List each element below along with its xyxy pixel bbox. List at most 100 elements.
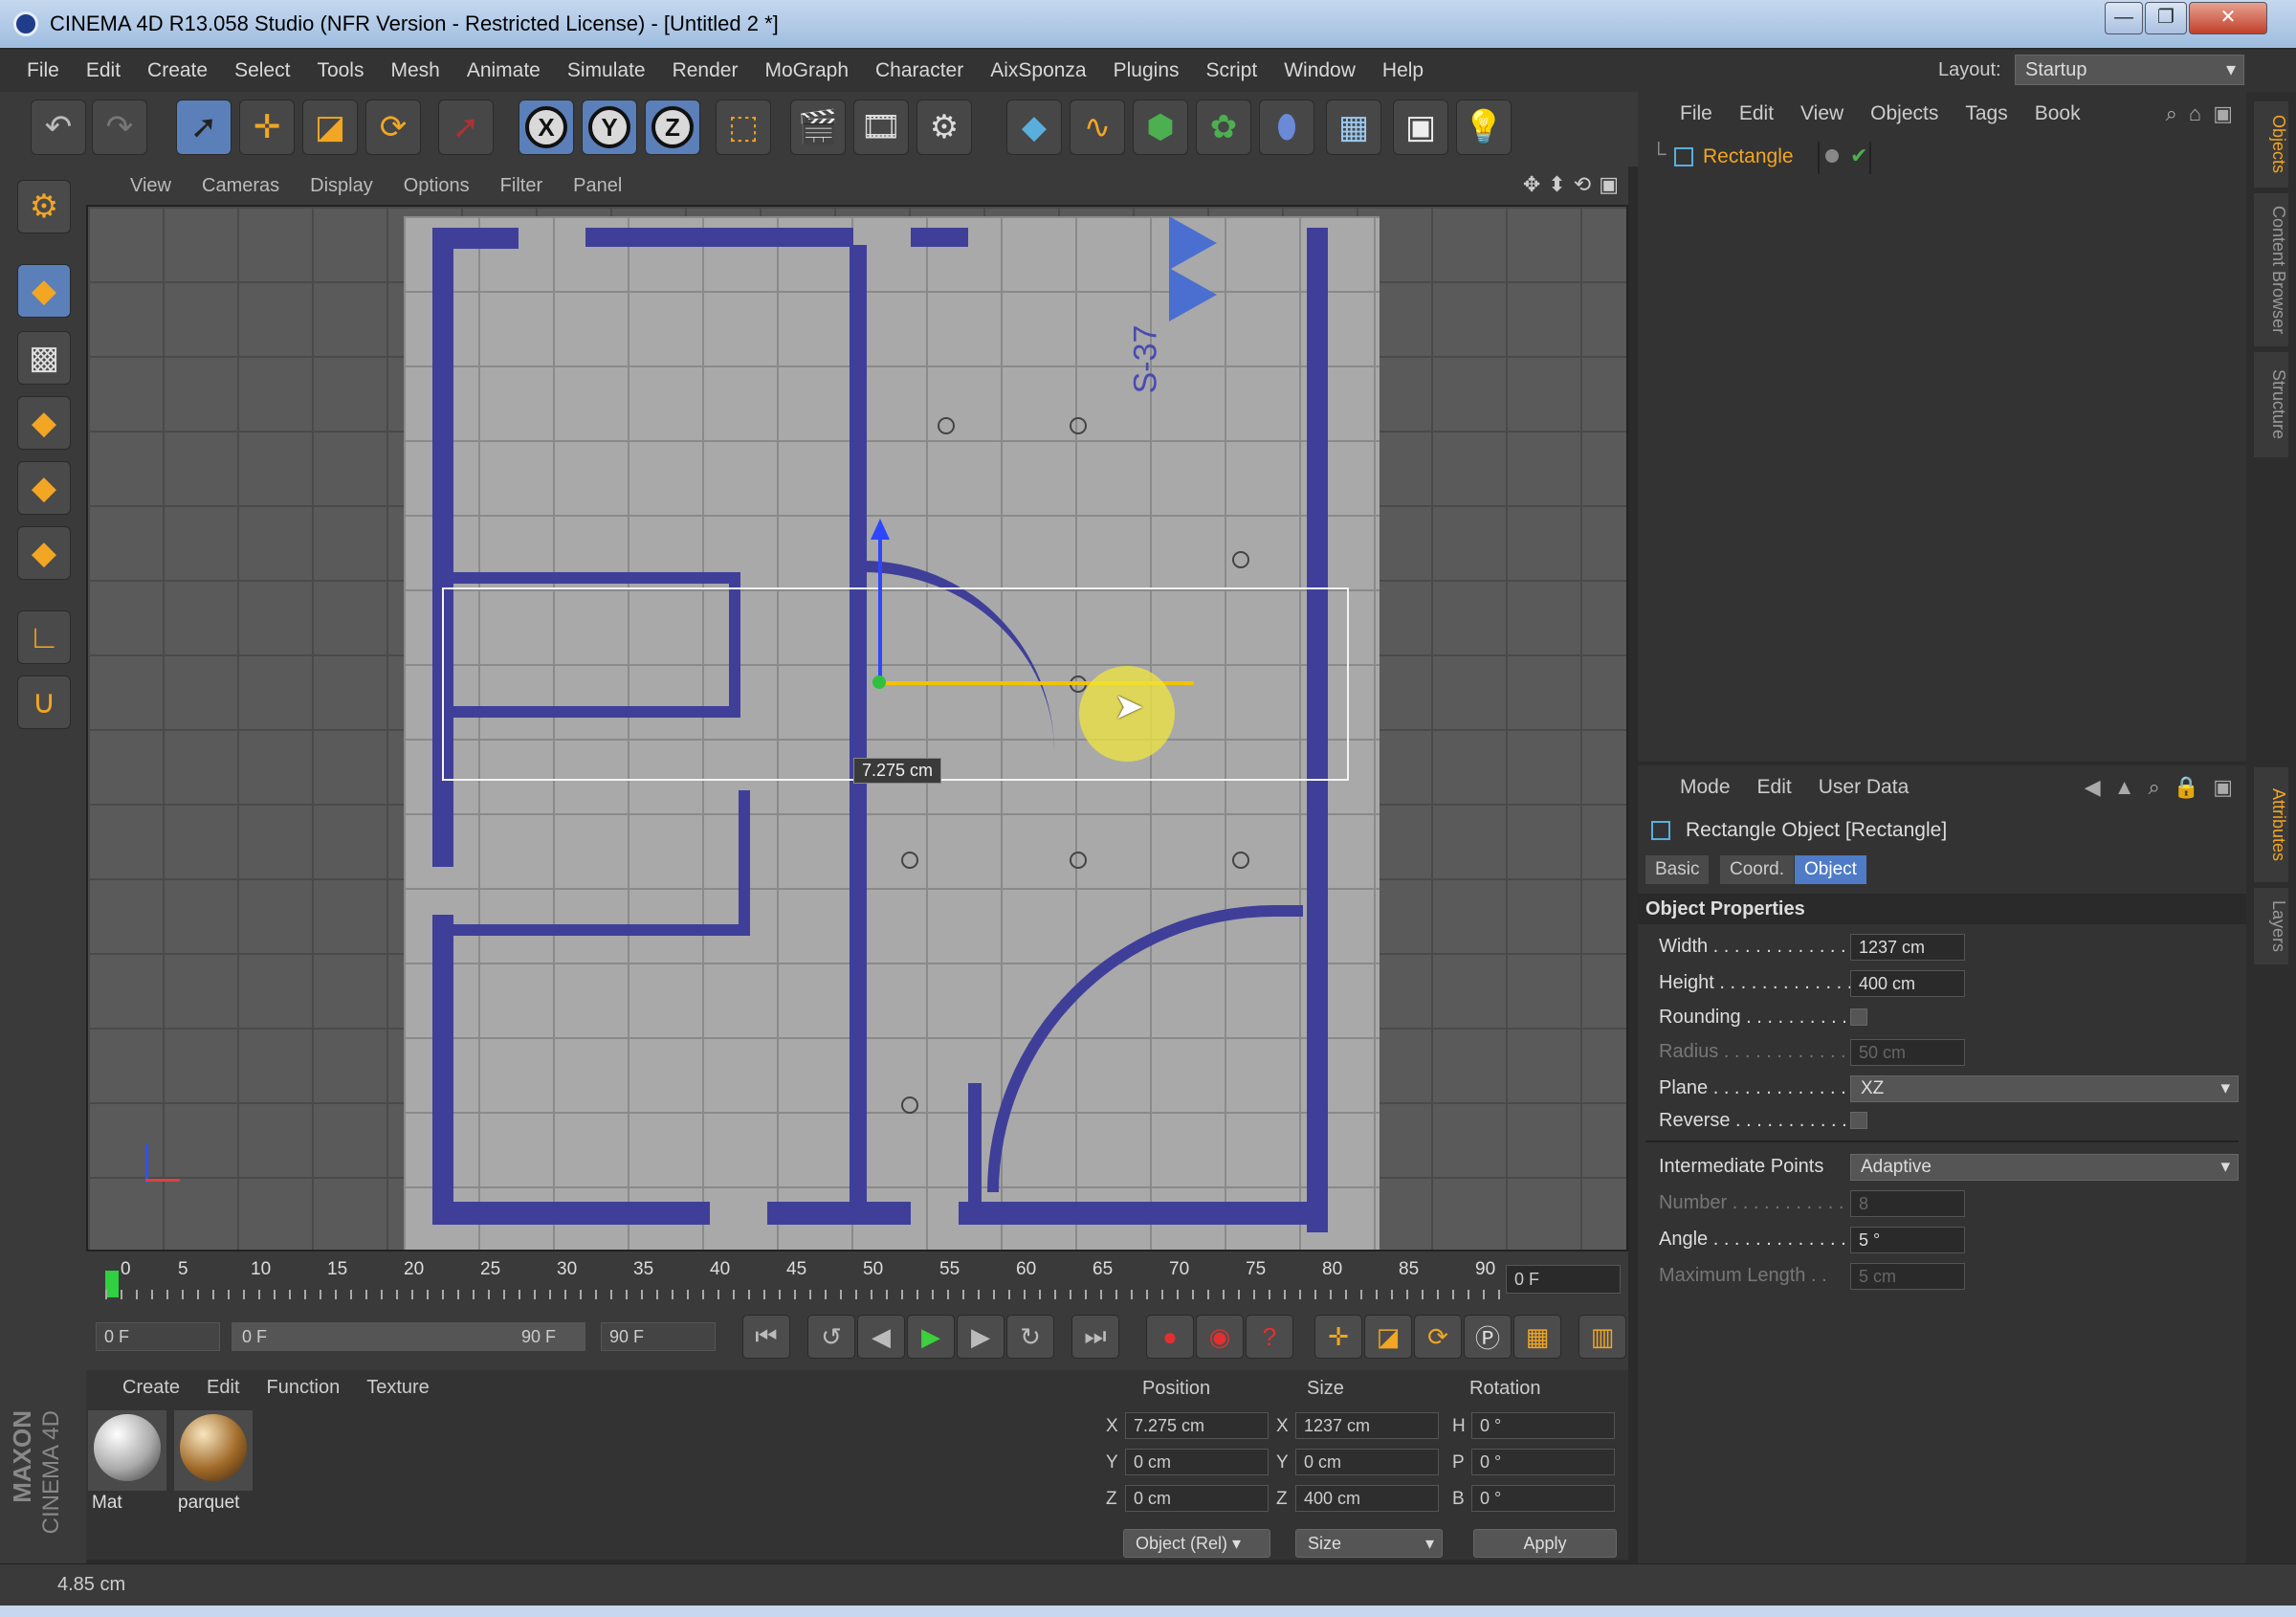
enabled-check-icon[interactable]: ✔ xyxy=(1850,144,1867,168)
spline-pen-icon[interactable]: ∿ xyxy=(1070,100,1125,155)
scale-tool-button[interactable]: ◪ xyxy=(302,100,358,155)
search-icon[interactable]: ⌕ xyxy=(2148,775,2159,800)
key-parameter-icon[interactable]: Ⓟ xyxy=(1464,1315,1512,1359)
angle-field[interactable]: 5 ° xyxy=(1850,1227,1965,1253)
render-view-button[interactable]: 🎬 xyxy=(790,100,846,155)
object-name[interactable]: Rectangle xyxy=(1703,145,1794,168)
array-generator-icon[interactable]: ✿ xyxy=(1196,100,1251,155)
subdivision-surface-icon[interactable]: ⬢ xyxy=(1133,100,1188,155)
y-axis-handle[interactable] xyxy=(878,532,882,685)
go-to-start-icon[interactable]: ⏮ xyxy=(742,1315,790,1359)
viewport-menu-panel[interactable]: Panel xyxy=(558,166,637,205)
search-icon[interactable]: ⌕ xyxy=(2166,101,2177,126)
width-field[interactable]: 1237 cm xyxy=(1850,934,1965,961)
key-scale-icon[interactable]: ◪ xyxy=(1364,1315,1412,1359)
viewport-menu-display[interactable]: Display xyxy=(295,166,388,205)
maximize-view-icon[interactable]: ▣ xyxy=(1599,172,1619,197)
minimize-button[interactable]: — xyxy=(2105,2,2143,34)
up-arrow-icon[interactable]: ▲ xyxy=(2114,775,2135,800)
viewport-menu-filter[interactable]: Filter xyxy=(485,166,558,205)
key-position-icon[interactable]: ✛ xyxy=(1314,1315,1362,1359)
back-arrow-icon[interactable]: ◀ xyxy=(2085,775,2101,800)
model-mode-icon[interactable]: ◆ xyxy=(17,264,71,318)
menu-edit[interactable]: Edit xyxy=(73,50,134,92)
current-frame-field[interactable]: 0 F xyxy=(1506,1265,1621,1294)
rotation-b-field[interactable]: 0 ° xyxy=(1471,1485,1615,1512)
tab-attributes[interactable]: Attributes xyxy=(2254,767,2288,882)
rotate-tool-button[interactable]: ⟳ xyxy=(365,100,421,155)
new-window-icon[interactable]: ▣ xyxy=(2213,775,2233,800)
texture-mode-icon[interactable]: ▩ xyxy=(17,331,71,385)
axis-x-button[interactable]: X xyxy=(519,100,574,155)
menu-help[interactable]: Help xyxy=(1369,50,1437,92)
coordinate-system-button[interactable]: ⬚ xyxy=(716,100,771,155)
menu-character[interactable]: Character xyxy=(862,50,977,92)
orbit-icon[interactable]: ⟲ xyxy=(1574,172,1591,197)
radius-field[interactable]: 50 cm xyxy=(1850,1039,1965,1066)
lock-icon[interactable]: 🔒 xyxy=(2174,775,2199,800)
snapping-magnet-icon[interactable]: ∪ xyxy=(17,676,71,729)
attr-menu-edit[interactable]: Edit xyxy=(1744,765,1805,809)
tab-object[interactable]: Object xyxy=(1795,855,1866,884)
floor-object-icon[interactable]: ▦ xyxy=(1326,100,1381,155)
tab-structure[interactable]: Structure xyxy=(2254,352,2288,457)
apply-button[interactable]: Apply xyxy=(1473,1529,1617,1558)
rotation-p-field[interactable]: 0 ° xyxy=(1471,1449,1615,1475)
menu-file[interactable]: File xyxy=(13,50,73,92)
viewport-menu-options[interactable]: Options xyxy=(388,166,485,205)
reverse-checkbox[interactable] xyxy=(1850,1112,1867,1129)
object-menu-file[interactable]: File xyxy=(1667,92,1726,136)
attr-menu-mode[interactable]: Mode xyxy=(1667,765,1744,809)
menu-window[interactable]: Window xyxy=(1270,50,1369,92)
position-z-field[interactable]: 0 cm xyxy=(1125,1485,1269,1512)
live-selection-button[interactable]: ➚ xyxy=(176,100,232,155)
material-menu-function[interactable]: Function xyxy=(254,1370,354,1405)
home-icon[interactable]: ⌂ xyxy=(2189,101,2201,126)
polygons-mode-icon[interactable]: ◆ xyxy=(17,526,71,580)
previous-frame-icon[interactable]: ◀ xyxy=(857,1315,905,1359)
undo-button[interactable]: ↶ xyxy=(31,100,86,155)
go-to-end-icon[interactable]: ⏭ xyxy=(1071,1315,1119,1359)
max-length-field[interactable]: 5 cm xyxy=(1850,1263,1965,1290)
rounding-checkbox[interactable] xyxy=(1850,1008,1867,1026)
intermediate-points-select[interactable]: Adaptive ▾ xyxy=(1850,1154,2239,1181)
object-menu-edit[interactable]: Edit xyxy=(1726,92,1787,136)
render-picture-viewer-button[interactable]: 🎞 xyxy=(853,100,909,155)
material-menu-edit[interactable]: Edit xyxy=(193,1370,253,1405)
make-editable-icon[interactable]: ⚙ xyxy=(17,180,71,233)
position-x-field[interactable]: 7.275 cm xyxy=(1125,1412,1269,1439)
object-menu-objects[interactable]: Objects xyxy=(1857,92,1952,136)
axis-mode-icon[interactable]: ∟ xyxy=(17,610,71,664)
pan-icon[interactable]: ✥ xyxy=(1523,172,1540,197)
tab-layers[interactable]: Layers xyxy=(2254,888,2288,964)
tab-coord[interactable]: Coord. xyxy=(1720,855,1795,884)
start-frame-field[interactable]: 0 F xyxy=(96,1322,220,1351)
attr-menu-user-data[interactable]: User Data xyxy=(1805,765,1923,809)
viewport-menu-cameras[interactable]: Cameras xyxy=(187,166,295,205)
size-z-field[interactable]: 400 cm xyxy=(1295,1485,1439,1512)
axis-y-button[interactable]: Y xyxy=(582,100,637,155)
end-frame-field[interactable]: 90 F xyxy=(601,1322,716,1351)
position-y-field[interactable]: 0 cm xyxy=(1125,1449,1269,1475)
plane-select[interactable]: XZ ▾ xyxy=(1850,1075,2239,1102)
frame-range-slider[interactable]: 0 F 90 F xyxy=(232,1322,585,1351)
tab-objects[interactable]: Objects xyxy=(2254,101,2288,188)
timeline[interactable]: 0 5 10 15 20 25 30 35 40 45 50 55 60 65 … xyxy=(86,1252,1628,1303)
points-mode-icon[interactable]: ◆ xyxy=(17,396,71,450)
last-tool-button[interactable]: ➚ xyxy=(438,100,494,155)
menu-render[interactable]: Render xyxy=(659,50,752,92)
dolly-icon[interactable]: ⬍ xyxy=(1548,172,1565,197)
menu-mograph[interactable]: MoGraph xyxy=(751,50,862,92)
menu-create[interactable]: Create xyxy=(134,50,221,92)
size-mode-select[interactable]: Size ▾ xyxy=(1295,1529,1443,1558)
deformer-icon[interactable]: ⬮ xyxy=(1259,100,1314,155)
menu-mesh[interactable]: Mesh xyxy=(377,50,453,92)
menu-plugins[interactable]: Plugins xyxy=(1100,50,1193,92)
light-object-icon[interactable]: 💡 xyxy=(1456,100,1512,155)
object-menu-view[interactable]: View xyxy=(1787,92,1857,136)
number-field[interactable]: 8 xyxy=(1850,1190,1965,1217)
visibility-dot-icon[interactable] xyxy=(1825,149,1839,163)
keyframe-selection-icon[interactable]: ? xyxy=(1246,1315,1293,1359)
3d-viewport[interactable]: S-37 ➤ 7.275 cm xyxy=(86,205,1628,1252)
tab-content-browser[interactable]: Content Browser xyxy=(2254,193,2288,346)
